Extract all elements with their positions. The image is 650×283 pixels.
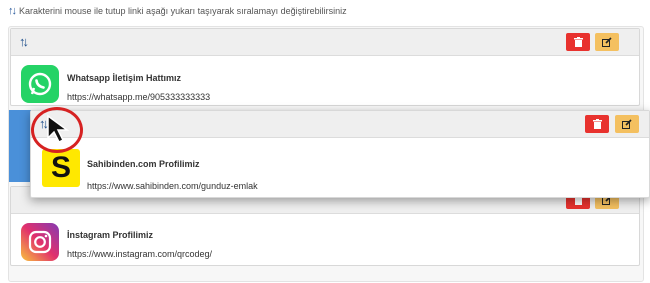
card-header: ↑↓ [11, 29, 639, 56]
reorder-hint-text: Karakterini mouse ile tutup linki aşağı … [19, 6, 347, 16]
trash-icon [573, 37, 583, 47]
card-header: ↑↓ [31, 111, 649, 138]
whatsapp-logo-icon [21, 65, 59, 103]
link-title: Whatsapp İletişim Hattımız [67, 73, 182, 83]
instagram-logo-icon [21, 223, 59, 261]
link-url[interactable]: https://whatsapp.me/905333333333 [67, 92, 210, 102]
up-down-arrows-icon: ↑↓ [8, 5, 17, 17]
link-card-instagram: İnstagram Profilimiz https://www.instagr… [10, 186, 640, 266]
link-title: İnstagram Profilimiz [67, 230, 154, 240]
link-card-sahibinden[interactable]: ↑↓ S Sahibinden.com Profilimiz https://w… [30, 110, 650, 198]
drag-handle-icon[interactable]: ↑↓ [19, 34, 29, 49]
edit-icon [622, 119, 632, 129]
sahibinden-logo-icon: S [42, 149, 80, 187]
edit-button[interactable] [615, 115, 639, 133]
edit-icon [602, 37, 612, 47]
drop-placeholder [9, 110, 31, 182]
mouse-pointer-icon [47, 114, 70, 144]
reorder-hint: ↑↓ Karakterini mouse ile tutup linki aşa… [8, 3, 347, 19]
link-url[interactable]: https://www.instagram.com/qrcodeg/ [67, 249, 212, 259]
delete-button[interactable] [585, 115, 609, 133]
link-card-whatsapp: ↑↓ Whatsapp İletişim Hattımız https://wh… [10, 28, 640, 106]
trash-icon [592, 119, 602, 129]
delete-button[interactable] [566, 33, 590, 51]
link-url[interactable]: https://www.sahibinden.com/gunduz-emlak [87, 181, 258, 191]
edit-button[interactable] [595, 33, 619, 51]
link-title: Sahibinden.com Profilimiz [87, 159, 200, 169]
